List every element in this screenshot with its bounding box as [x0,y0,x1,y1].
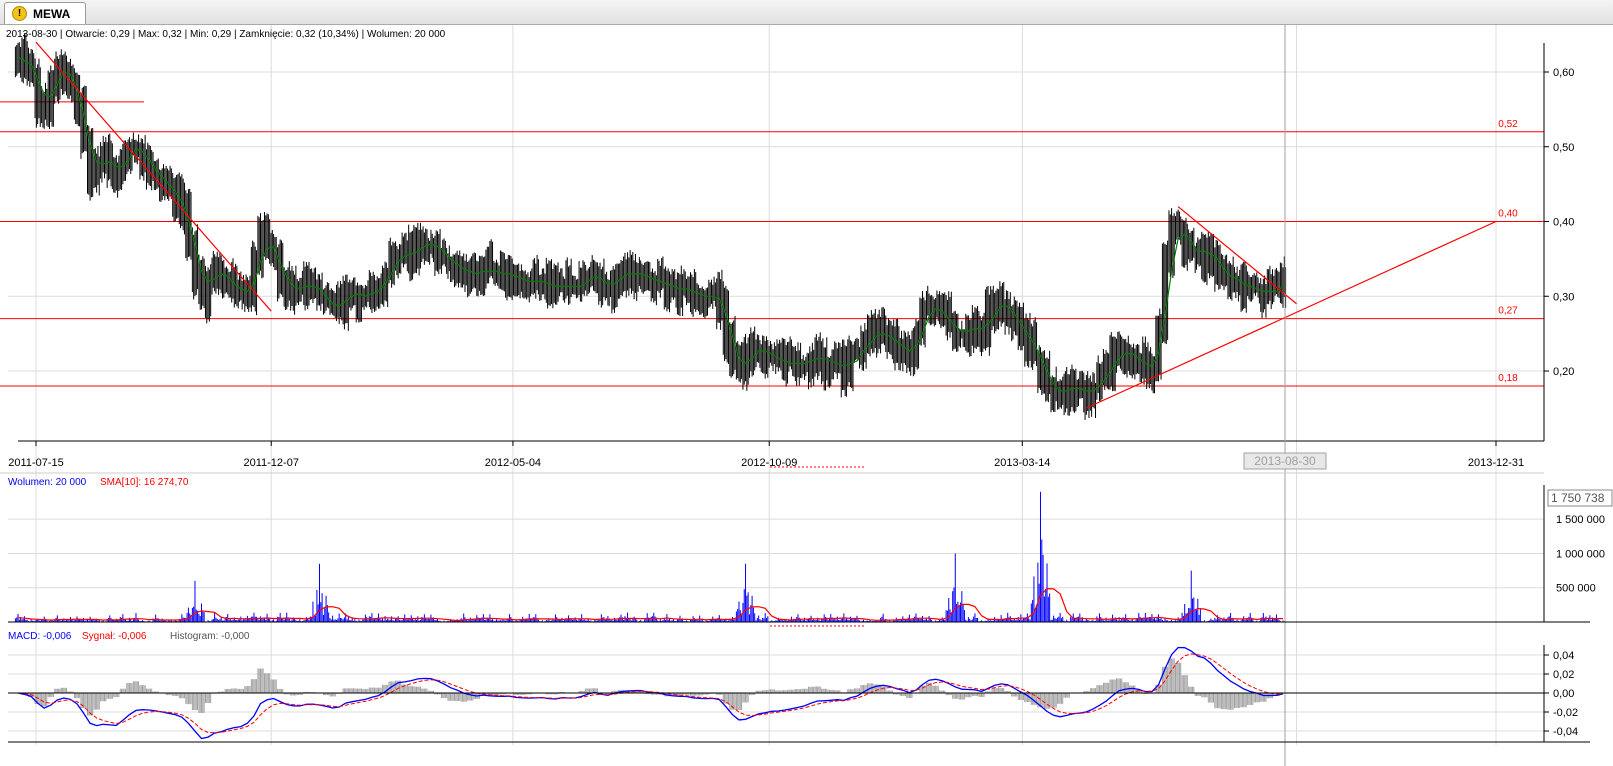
price-tick-label: 0,30 [1553,291,1574,303]
level-label: 0,52 [1498,119,1518,130]
volume-tick-label: 1 000 000 [1556,548,1605,560]
price-tick-label: 0,60 [1553,67,1574,79]
level-label: 0,27 [1498,306,1518,317]
macd-label: MACD: -0,006 [8,631,72,642]
info-max: Max: 0,32 [138,29,182,40]
macd-tick-label: 0,04 [1553,650,1574,662]
price-tick-label: 0,20 [1553,366,1574,378]
tab-bar: ! MEWA [0,0,1613,25]
tab-mewa[interactable]: ! MEWA [4,2,86,24]
x-tick-label: 2013-12-31 [1468,457,1524,469]
macd-tick-label: 0,02 [1553,669,1574,681]
histogram-label: Histogram: -0,000 [170,631,250,642]
tab-label: MEWA [33,6,71,21]
info-date: 2013-08-30 [6,29,58,40]
volume-sma-label: SMA[10]: 16 274,70 [100,477,189,488]
level-label: 0,18 [1498,373,1518,384]
warning-icon: ! [12,6,27,21]
x-tick-label: 2012-05-04 [485,457,541,469]
chart-area[interactable]: 0,52 0,40 0,27 0,18 2013-08-30 | Otwarcie: … [0,25,1613,766]
volume-tick-label: 500 000 [1556,583,1596,595]
x-tick-label: 2012-10-09 [741,457,797,469]
info-min: Min: 0,29 [190,29,232,40]
volume-tick-label: 1 750 738 [1551,491,1605,505]
level-label: 0,40 [1498,209,1518,220]
signal-label: Sygnał: -0,006 [82,631,147,642]
price-tick-label: 0,40 [1553,217,1574,229]
x-tick-label: 2011-12-07 [243,457,298,469]
info-close: Zamknięcie: 0,32 (10,34%) [239,29,359,40]
price-tick-label: 0,50 [1553,142,1574,154]
x-tick-label: 2013-03-14 [994,457,1050,469]
crosshair-date: 2013-08-30 [1254,454,1316,468]
volume-label: Wolumen: 20 000 [8,477,87,488]
macd-tick-label: -0,02 [1553,707,1578,719]
macd-tick-label: -0,04 [1553,726,1578,738]
info-line: 2013-08-30 | Otwarcie: 0,29 | Max: 0,32 … [6,29,446,40]
macd-tick-label: 0,00 [1553,688,1574,700]
info-volume: Wolumen: 20 000 [367,29,446,40]
x-tick-label: 2011-07-15 [8,457,63,469]
volume-tick-label: 1 500 000 [1556,514,1605,526]
info-open: Otwarcie: 0,29 [65,29,130,40]
